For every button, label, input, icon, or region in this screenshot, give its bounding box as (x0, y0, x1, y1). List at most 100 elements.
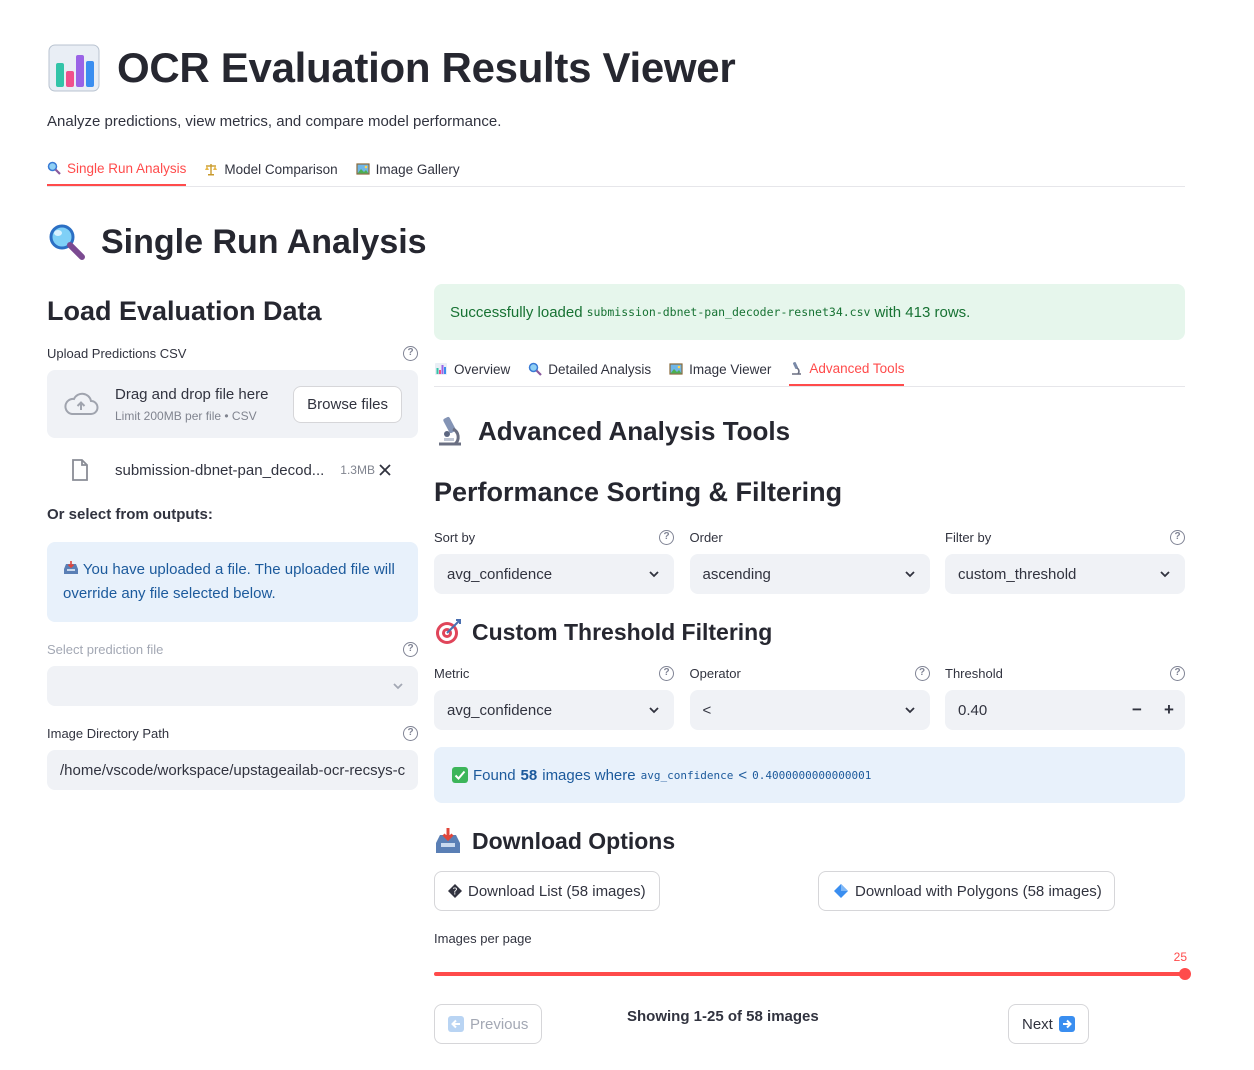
tab-label: Single Run Analysis (67, 160, 187, 176)
close-icon[interactable] (379, 464, 391, 476)
svg-text:?: ? (452, 887, 457, 898)
or-select-heading: Or select from outputs: (47, 506, 213, 523)
found-count: 58 (520, 766, 538, 784)
target-icon (436, 619, 461, 644)
help-icon[interactable]: ? (659, 530, 674, 545)
file-uploader-dropzone[interactable]: Drag and drop file here Limit 200MB per … (47, 370, 418, 438)
threshold-controls: Metric? avg_confidence Operator? < Thres… (434, 666, 1185, 730)
filter-by-group: Filter by? custom_threshold (945, 530, 1185, 594)
microscope-icon (439, 416, 461, 446)
download-polygons-button[interactable]: Download with Polygons (58 images) (818, 871, 1115, 911)
picture-icon (669, 363, 683, 375)
found-info-alert: Found 58 images where avg_confidence < 0… (434, 747, 1185, 803)
page-subtitle: Analyze predictions, view metrics, and c… (47, 113, 502, 130)
info-alert: You have uploaded a file. The uploaded f… (47, 542, 418, 622)
analysis-tabs: Overview Detailed Analysis Image Viewer … (434, 354, 1185, 387)
prediction-file-select[interactable] (47, 666, 418, 706)
download-buttons: ? Download List (58 images) Download wit… (434, 871, 1185, 911)
slider-value: 25 (1173, 950, 1187, 964)
replacement-char-icon: ? (448, 884, 462, 898)
tab-overview[interactable]: Overview (434, 354, 510, 386)
browse-files-button[interactable]: Browse files (293, 385, 402, 423)
tab-image-gallery[interactable]: Image Gallery (356, 154, 460, 186)
tab-detailed-analysis[interactable]: Detailed Analysis (528, 354, 651, 386)
right-arrow-icon (1058, 1016, 1075, 1032)
main-tabs: Single Run Analysis Model Comparison Ima… (47, 154, 1185, 187)
load-data-panel: Load Evaluation Data Upload Predictions … (47, 296, 418, 790)
help-icon[interactable]: ? (1170, 530, 1185, 545)
uploaded-file-name: submission-dbnet-pan_decod... (115, 461, 325, 479)
image-directory-input[interactable]: /home/vscode/workspace/upstageailab-ocr-… (47, 750, 418, 790)
magnifier-icon (529, 362, 543, 376)
tab-single-run-analysis[interactable]: Single Run Analysis (47, 154, 187, 186)
decrement-button[interactable]: − (1121, 700, 1153, 720)
pagination-status: Showing 1-25 of 58 images (627, 1008, 819, 1025)
help-icon[interactable]: ? (403, 642, 418, 657)
order-group: Order ascending (689, 530, 930, 594)
upload-label-row: Upload Predictions CSV ? (47, 346, 418, 361)
threshold-group: Threshold? 0.40 − + (945, 666, 1185, 730)
inbox-tray-icon (64, 561, 78, 574)
operator-select[interactable]: < (689, 690, 930, 730)
help-icon[interactable]: ? (914, 666, 930, 681)
metric-select[interactable]: avg_confidence (434, 690, 674, 730)
per-page-slider[interactable]: 25 (434, 950, 1191, 984)
help-icon[interactable]: ? (403, 726, 418, 741)
filter-by-select[interactable]: custom_threshold (945, 554, 1185, 594)
advanced-tools-heading: Advanced Analysis Tools (434, 415, 1185, 447)
custom-threshold-heading: Custom Threshold Filtering (434, 618, 1185, 646)
next-button[interactable]: Next (1008, 1004, 1089, 1044)
operator-group: Operator? < (689, 666, 930, 730)
chevron-down-icon (1160, 571, 1170, 578)
pagination-row: Previous Showing 1-25 of 58 images Next (434, 1004, 1185, 1044)
cloud-upload-icon (64, 392, 99, 415)
scales-icon (205, 164, 218, 176)
sort-by-group: Sort by? avg_confidence (434, 530, 674, 594)
help-icon[interactable]: ? (659, 666, 674, 681)
per-page-label: Images per page (434, 931, 532, 946)
order-select[interactable]: ascending (689, 554, 930, 594)
sorting-controls: Sort by? avg_confidence Order ascending … (434, 530, 1185, 594)
download-list-button[interactable]: ? Download List (58 images) (434, 871, 660, 911)
help-icon[interactable]: ? (403, 346, 418, 361)
chevron-down-icon (649, 707, 659, 714)
uploaded-file-size: 1.3MB (340, 463, 375, 477)
slider-track[interactable] (434, 968, 1191, 980)
increment-button[interactable]: + (1153, 700, 1185, 720)
metric-group: Metric? avg_confidence (434, 666, 674, 730)
chevron-down-icon (904, 707, 915, 714)
success-alert: Successfully loaded submission-dbnet-pan… (434, 284, 1185, 340)
help-icon[interactable]: ? (1170, 666, 1185, 681)
picture-icon (356, 163, 370, 175)
select-file-label-row: Select prediction file ? (47, 642, 418, 657)
inbox-tray-icon (436, 828, 460, 853)
tab-label: Model Comparison (224, 161, 338, 177)
uploaded-file-row: submission-dbnet-pan_decod... 1.3MB (47, 450, 418, 490)
chevron-down-icon (904, 571, 915, 578)
file-icon (72, 459, 88, 481)
slider-thumb[interactable] (1179, 968, 1191, 980)
download-options-heading: Download Options (434, 827, 1185, 855)
tab-advanced-tools[interactable]: Advanced Tools (789, 354, 905, 386)
dropzone-text: Drag and drop file here Limit 200MB per … (115, 385, 269, 423)
chevron-down-icon (393, 683, 403, 690)
bar-chart-icon (48, 44, 100, 92)
chevron-down-icon (649, 571, 659, 578)
check-mark-icon (452, 767, 468, 783)
previous-button[interactable]: Previous (434, 1004, 543, 1044)
section-title: Single Run Analysis (47, 222, 427, 262)
page-title: OCR Evaluation Results Viewer (117, 44, 736, 91)
blue-diamond-icon (834, 884, 848, 898)
threshold-number-input[interactable]: 0.40 − + (945, 690, 1185, 730)
magnifier-icon (47, 161, 61, 175)
tab-model-comparison[interactable]: Model Comparison (204, 154, 338, 186)
microscope-icon (792, 362, 802, 375)
sort-by-select[interactable]: avg_confidence (434, 554, 674, 594)
left-arrow-icon (448, 1016, 464, 1032)
tab-image-viewer[interactable]: Image Viewer (669, 354, 771, 386)
image-dir-label-row: Image Directory Path ? (47, 726, 418, 741)
analysis-panel: Successfully loaded submission-dbnet-pan… (434, 284, 1191, 1044)
loaded-file-name: submission-dbnet-pan_decoder-resnet34.cs… (586, 305, 871, 319)
magnifier-icon (49, 224, 85, 260)
load-data-heading: Load Evaluation Data (47, 296, 322, 326)
